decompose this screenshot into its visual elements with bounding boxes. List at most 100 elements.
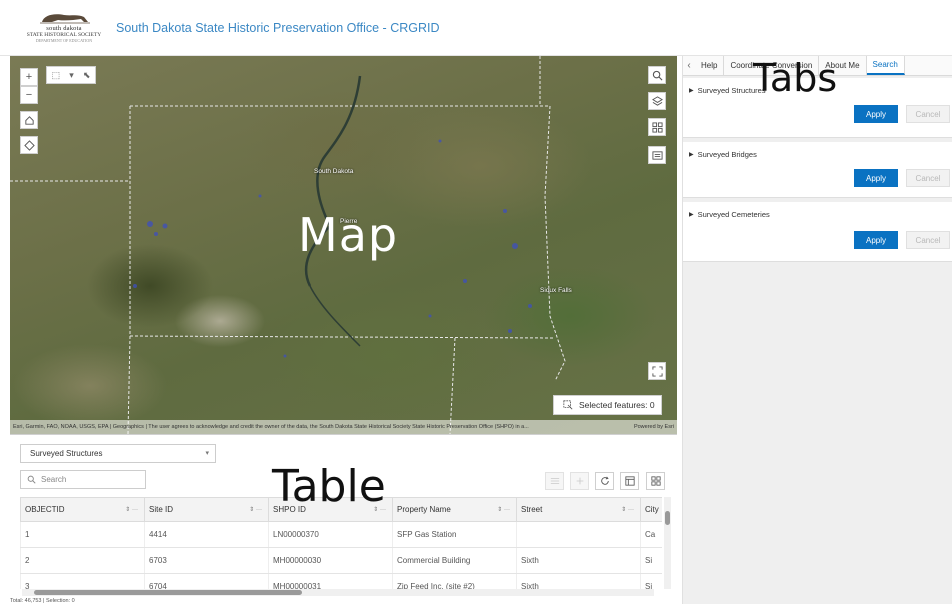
table-cell[interactable]: 1: [20, 521, 145, 548]
column-header[interactable]: OBJECTID ⇕ ···: [20, 497, 145, 522]
apply-button[interactable]: Apply: [854, 105, 898, 123]
fullscreen-button[interactable]: [648, 362, 666, 380]
column-header-label: Street: [521, 505, 543, 514]
layers-button[interactable]: [648, 92, 666, 110]
home-button[interactable]: [20, 111, 38, 129]
cancel-button[interactable]: Cancel: [906, 105, 950, 123]
show-hide-columns-button[interactable]: [646, 472, 665, 490]
scroll-thumb[interactable]: [34, 590, 302, 595]
select-tool[interactable]: ⬚ ▾ ⬉: [46, 66, 96, 84]
filter-button[interactable]: [620, 472, 639, 490]
cancel-button[interactable]: Cancel: [906, 231, 950, 249]
cancel-button[interactable]: Cancel: [906, 169, 950, 187]
sort-icon[interactable]: ⇕ ···: [125, 506, 138, 513]
tab-search[interactable]: Search: [866, 56, 905, 75]
table-row[interactable]: 3 6704 MH00000031 Zip Feed Inc. (site #2…: [20, 573, 662, 589]
selected-features-button[interactable]: Selected features: 0: [553, 395, 662, 415]
column-header[interactable]: City: [640, 497, 662, 522]
tabs-scroll-left-icon[interactable]: ‹: [683, 56, 695, 75]
table-cell[interactable]: SFP Gas Station: [392, 521, 517, 548]
table-footer-total: Total: 46,753 | Selection: 0: [10, 598, 75, 604]
table-cell[interactable]: 6704: [144, 573, 269, 589]
table-cell[interactable]: Si: [640, 547, 662, 574]
search-icon: [27, 475, 36, 484]
select-pointer-icon: ⬉: [82, 69, 91, 80]
chevron-down-icon: ▾: [205, 450, 209, 457]
app-root: south dakota STATE HISTORICAL SOCIETY DE…: [0, 0, 952, 604]
sort-icon[interactable]: ⇕ ···: [497, 506, 510, 513]
zoom-to-icon: [576, 477, 583, 485]
apply-button[interactable]: Apply: [854, 231, 898, 249]
attribute-table-panel: Surveyed Structures ▾ Search OBJECTID ⇕ …: [10, 434, 677, 604]
zoom-to-button[interactable]: [570, 472, 589, 490]
table-cell[interactable]: MH00000030: [268, 547, 393, 574]
table-cell[interactable]: 6703: [144, 547, 269, 574]
zoom-out-button[interactable]: −: [20, 86, 38, 104]
table-watermark: Table: [272, 461, 386, 512]
basemap-gallery-button[interactable]: [648, 118, 666, 136]
logo-name: south dakota: [46, 25, 82, 32]
legend-button[interactable]: [648, 146, 666, 164]
filter-card-title[interactable]: ▶ Surveyed Bridges: [689, 150, 757, 159]
search-icon: [652, 70, 662, 80]
map-watermark: Map: [298, 208, 399, 262]
app-header: south dakota STATE HISTORICAL SOCIETY DE…: [0, 0, 952, 56]
table-cell[interactable]: 3: [20, 573, 145, 589]
scroll-thumb[interactable]: [665, 511, 670, 525]
column-header-label: Property Name: [397, 505, 451, 514]
sort-icon[interactable]: ⇕ ···: [249, 506, 262, 513]
locate-button[interactable]: [20, 136, 38, 154]
tab-help[interactable]: Help: [695, 56, 725, 75]
sort-icon[interactable]: ⇕ ···: [621, 506, 634, 513]
layer-select[interactable]: Surveyed Structures ▾: [20, 444, 216, 463]
column-header-label: Site ID: [149, 505, 174, 514]
table-cell[interactable]: [516, 521, 641, 548]
filter-card-cemeteries: ▶ Surveyed Cemeteries Apply Cancel: [683, 202, 952, 262]
table-cell[interactable]: LN00000370: [268, 521, 393, 548]
table-search-input[interactable]: Search: [20, 470, 146, 489]
table-cell[interactable]: Zip Feed Inc. (site #2): [392, 573, 517, 589]
show-selected-button[interactable]: [545, 472, 564, 490]
refresh-icon: [600, 476, 609, 485]
powered-by-text[interactable]: Powered by Esri: [634, 424, 674, 430]
table-cell[interactable]: Ca: [640, 521, 662, 548]
locate-icon: [23, 139, 35, 151]
zoom-in-button[interactable]: +: [20, 68, 38, 86]
table-cell[interactable]: Commercial Building: [392, 547, 517, 574]
refresh-button[interactable]: [595, 472, 614, 490]
column-header[interactable]: Property Name ⇕ ···: [392, 497, 517, 522]
table-row[interactable]: 2 6703 MH00000030 Commercial Building Si…: [20, 547, 662, 574]
selection-icon: [563, 400, 573, 410]
app-title[interactable]: South Dakota State Historic Preservation…: [116, 21, 440, 35]
table-vertical-scrollbar[interactable]: [664, 497, 671, 589]
apply-button[interactable]: Apply: [854, 169, 898, 187]
table-cell[interactable]: 2: [20, 547, 145, 574]
logo-sub: DEPARTMENT OF EDUCATION: [35, 38, 93, 43]
table-row[interactable]: 1 4414 LN00000370 SFP Gas Station Ca: [20, 521, 662, 548]
bison-icon: [40, 14, 90, 24]
column-header-label: City: [645, 505, 659, 514]
layers-icon: [651, 95, 663, 106]
chevron-down-icon: ▾: [69, 69, 74, 80]
grid-icon: [651, 121, 663, 133]
filter-card-bridges: ▶ Surveyed Bridges Apply Cancel: [683, 142, 952, 198]
table-cell[interactable]: 4414: [144, 521, 269, 548]
table-filter-icon: [624, 476, 635, 486]
home-icon: [24, 115, 34, 125]
map-search-button[interactable]: [648, 66, 666, 84]
caret-right-icon: ▶: [689, 88, 694, 94]
column-header[interactable]: Site ID ⇕ ···: [144, 497, 269, 522]
column-header[interactable]: Street ⇕ ···: [516, 497, 641, 522]
table-cell[interactable]: Sixth: [516, 573, 641, 589]
column-header-label: OBJECTID: [25, 505, 65, 514]
map-label-state: South Dakota: [314, 168, 354, 175]
table-cell[interactable]: Si: [640, 573, 662, 589]
selected-features-label: Selected features: 0: [579, 400, 655, 410]
map-view[interactable]: South Dakota Pierre Sioux Falls Map + − …: [10, 56, 677, 434]
tabs-watermark: Tabs: [753, 56, 838, 100]
table-cell[interactable]: Sixth: [516, 547, 641, 574]
table-cell[interactable]: MH00000031: [268, 573, 393, 589]
table-horizontal-scrollbar[interactable]: [22, 589, 654, 596]
shs-logo: south dakota STATE HISTORICAL SOCIETY DE…: [18, 8, 110, 48]
filter-card-title[interactable]: ▶ Surveyed Cemeteries: [689, 210, 770, 219]
